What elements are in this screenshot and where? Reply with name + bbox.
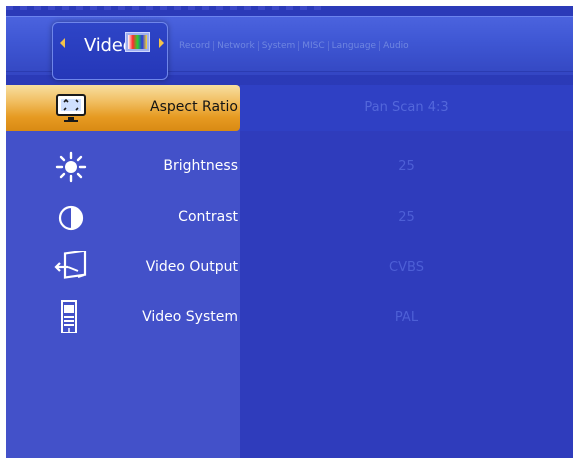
tab-list: Record Network System MISC Language Audi… [176,41,412,51]
aspect-ratio-icon [56,94,86,122]
setting-value: 25 [398,159,415,174]
setting-row-brightness[interactable]: Brightness 25 [6,144,573,190]
tv-icon [125,32,150,52]
tab-network[interactable]: Network [214,41,259,51]
tab-left-arrow-icon[interactable] [60,38,65,48]
tab-misc[interactable]: MISC [299,41,329,51]
setting-value: 25 [398,210,415,225]
tab-audio[interactable]: Audio [380,41,412,51]
top-dash-line [6,6,326,10]
setting-row-video-output[interactable]: Video Output CVBS [6,245,573,291]
setting-row-video-system[interactable]: Video System PAL [6,295,573,341]
setting-value: Pan Scan 4:3 [364,100,449,115]
tab-right-arrow-icon[interactable] [159,38,164,48]
setting-label: Video Output [145,259,238,275]
video-system-icon [61,300,77,333]
setting-label: Contrast [178,209,238,225]
setting-label: Aspect Ratio [150,99,238,115]
setting-row-aspect-ratio[interactable]: Aspect Ratio Pan Scan 4:3 [6,85,573,131]
setting-value: CVBS [389,260,424,275]
setup-screen: Video Record Network System MISC Languag… [6,6,573,458]
contrast-icon [58,205,84,231]
tab-language[interactable]: Language [329,41,381,51]
tab-system[interactable]: System [259,41,300,51]
setting-row-contrast[interactable]: Contrast 25 [6,195,573,241]
setting-value: PAL [394,310,419,325]
setting-label: Video System [142,309,238,325]
setting-label: Brightness [163,158,238,174]
tab-record[interactable]: Record [176,41,215,51]
brightness-icon [55,151,87,183]
video-output-icon [54,251,87,279]
